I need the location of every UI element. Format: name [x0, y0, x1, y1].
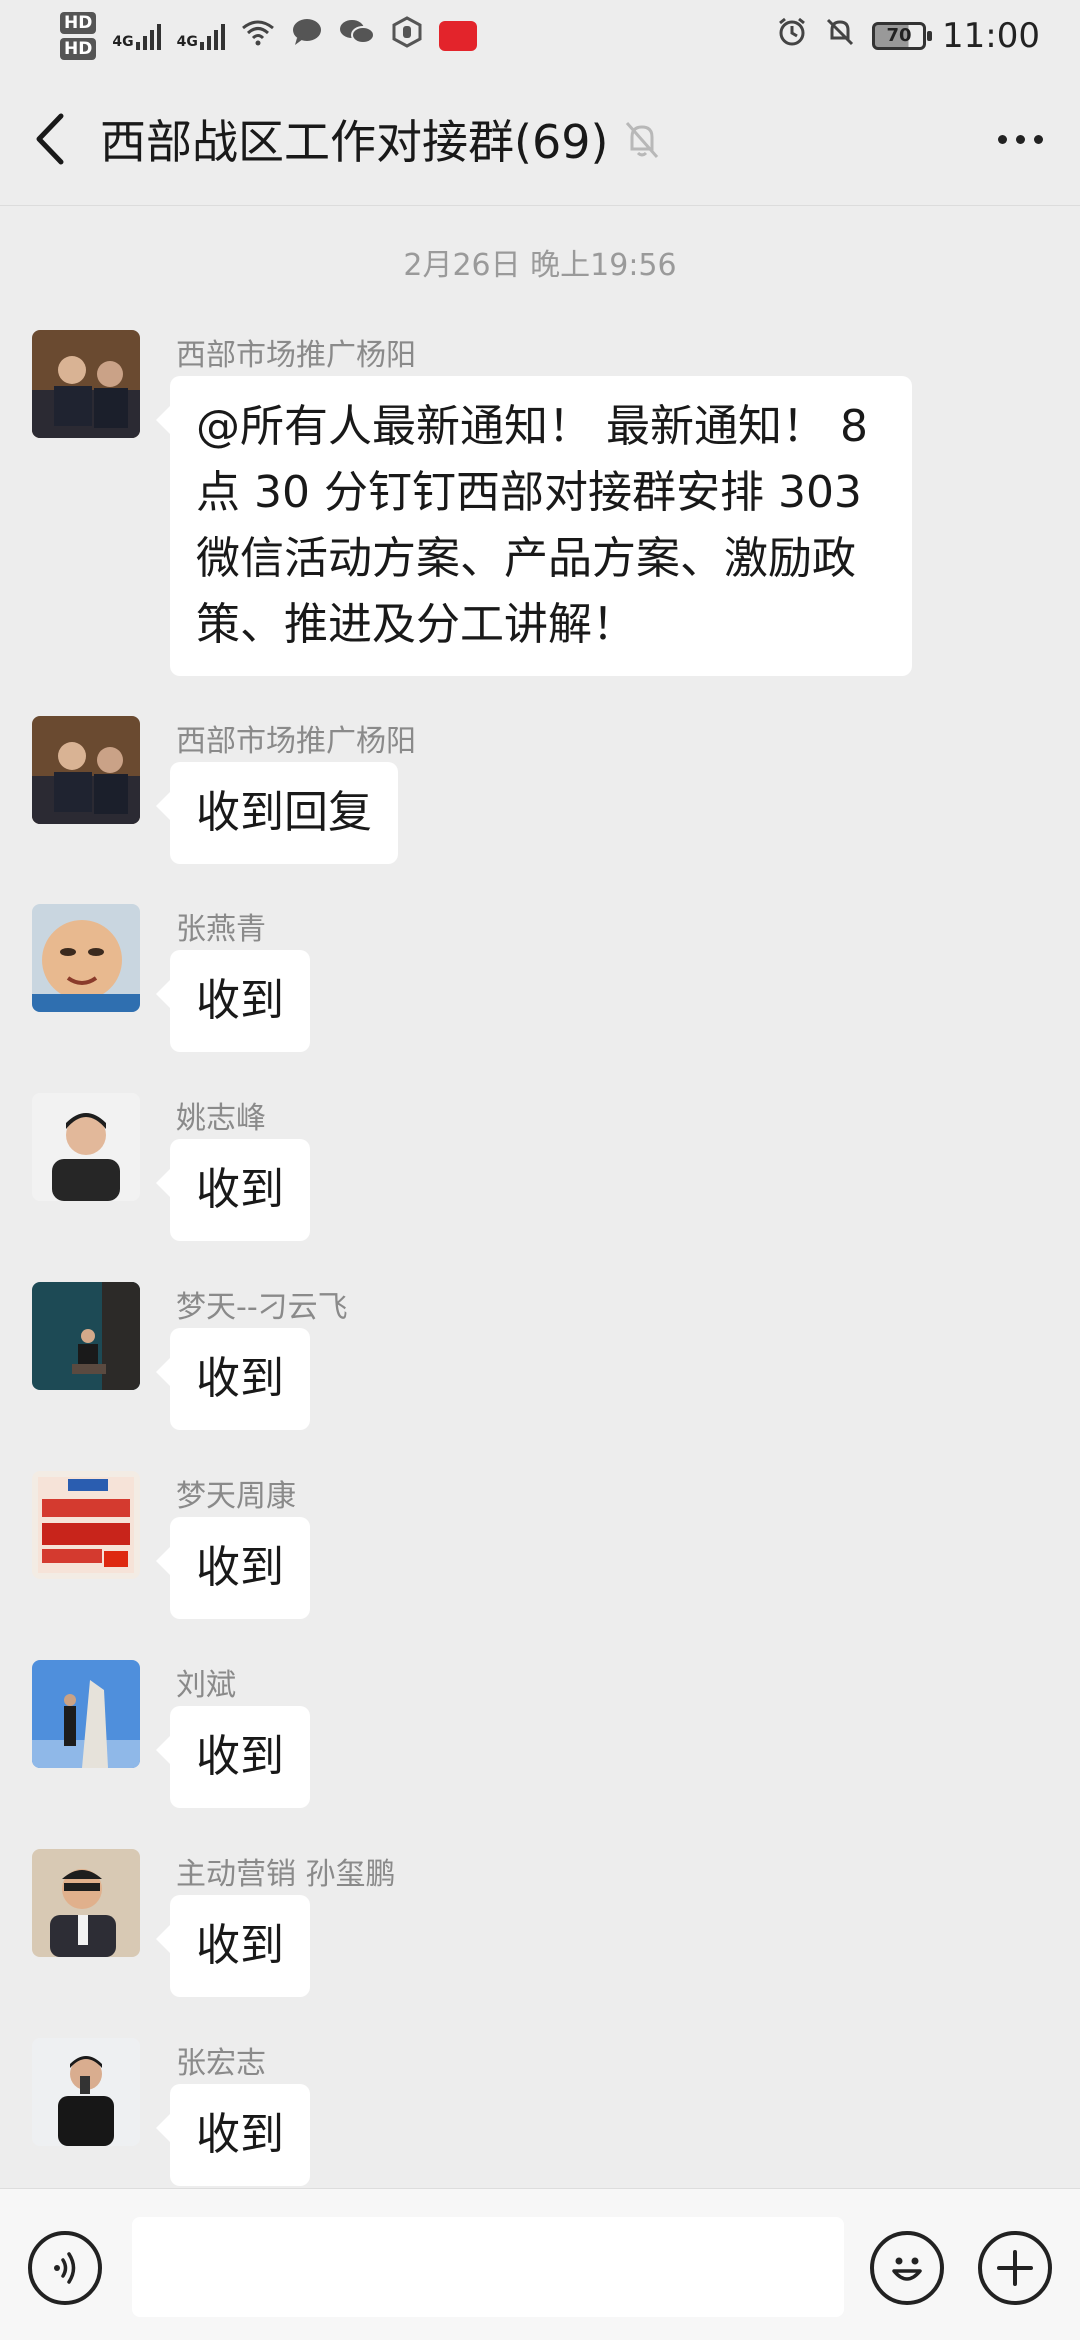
avatar[interactable] [32, 1660, 140, 1768]
message-bubble[interactable]: 收到 [156, 1139, 310, 1241]
more-dot [997, 134, 1007, 144]
wifi-icon [241, 18, 275, 54]
message-icon [291, 18, 323, 54]
message-bubble[interactable]: @所有人最新通知！ 最新通知！ 8点 30 分钉钉西部对接群安排 303 微信活… [156, 376, 912, 676]
net2-label: 4G [176, 34, 198, 50]
chat-header: 西部战区工作对接群(69) [0, 72, 1080, 206]
avatar[interactable] [32, 1282, 140, 1390]
sender-name: 刘斌 [176, 1668, 236, 1703]
voice-input-button[interactable] [28, 2231, 102, 2305]
avatar[interactable] [32, 1849, 140, 1957]
voice-icon [54, 2252, 76, 2284]
hand-icon [391, 16, 423, 56]
battery-icon: 70 [872, 22, 933, 50]
more-functions-button[interactable] [978, 2231, 1052, 2305]
status-clock: 11:00 [942, 16, 1040, 56]
wechat-icon [339, 18, 375, 54]
signal-icon-1: 4G [112, 22, 161, 50]
smiley-icon [892, 2257, 922, 2281]
net1-label: 4G [112, 34, 134, 50]
mute-bell-icon [824, 16, 856, 57]
page-title: 西部战区工作对接群(69) [100, 114, 609, 169]
hd-indicator: HD HD [60, 10, 97, 62]
avatar[interactable] [32, 1093, 140, 1201]
chevron-left-icon [36, 113, 64, 164]
alarm-icon [776, 16, 808, 57]
message-bubble[interactable]: 收到 [156, 1517, 310, 1619]
message-bubble[interactable]: 收到 [156, 1895, 310, 1997]
avatar[interactable] [32, 1471, 140, 1579]
chat-input-bar [0, 2188, 1080, 2340]
hd1-label: HD [60, 12, 97, 34]
message-bubble[interactable]: 收到 [156, 1706, 310, 1808]
battery-level: 70 [886, 25, 912, 46]
more-options-button[interactable] [990, 112, 1050, 166]
sender-name: 张宏志 [176, 2046, 266, 2081]
mute-icon [626, 121, 659, 158]
sender-name: 主动营销 孙玺鹏 [176, 1857, 396, 1892]
sender-name: 梦天--刁云飞 [176, 1290, 348, 1325]
avatar[interactable] [32, 716, 140, 824]
sender-name: 西部市场推广杨阳 [176, 338, 416, 373]
signal-icon-2: 4G [177, 22, 225, 50]
status-bar: HD HD 4G 4G 70 11:00 [0, 0, 1080, 72]
back-button[interactable] [0, 72, 100, 206]
more-dot [1033, 134, 1043, 144]
hd2-label: HD [60, 38, 97, 60]
avatar[interactable] [32, 904, 140, 1012]
sender-name: 张燕青 [176, 912, 266, 947]
message-bubble[interactable]: 收到 [156, 950, 310, 1052]
status-right: 70 11:00 [776, 16, 1040, 57]
message-timestamp: 2月26日 晚上19:56 [403, 248, 677, 283]
sender-name: 姚志峰 [176, 1101, 266, 1136]
huawei-icon [438, 21, 477, 51]
message-bubble[interactable]: 收到 [156, 2084, 310, 2186]
message-input[interactable] [132, 2217, 844, 2317]
sender-name: 西部市场推广杨阳 [176, 724, 416, 759]
more-dot [1015, 134, 1025, 144]
sender-name: 梦天周康 [176, 1479, 296, 1514]
plus-icon [997, 2250, 1033, 2286]
status-left: HD HD 4G 4G [60, 10, 477, 62]
message-bubble[interactable]: 收到回复 [156, 762, 398, 864]
avatar[interactable] [32, 2038, 140, 2146]
message-bubble[interactable]: 收到 [156, 1328, 310, 1430]
emoji-button[interactable] [870, 2231, 944, 2305]
avatar[interactable] [32, 330, 140, 438]
